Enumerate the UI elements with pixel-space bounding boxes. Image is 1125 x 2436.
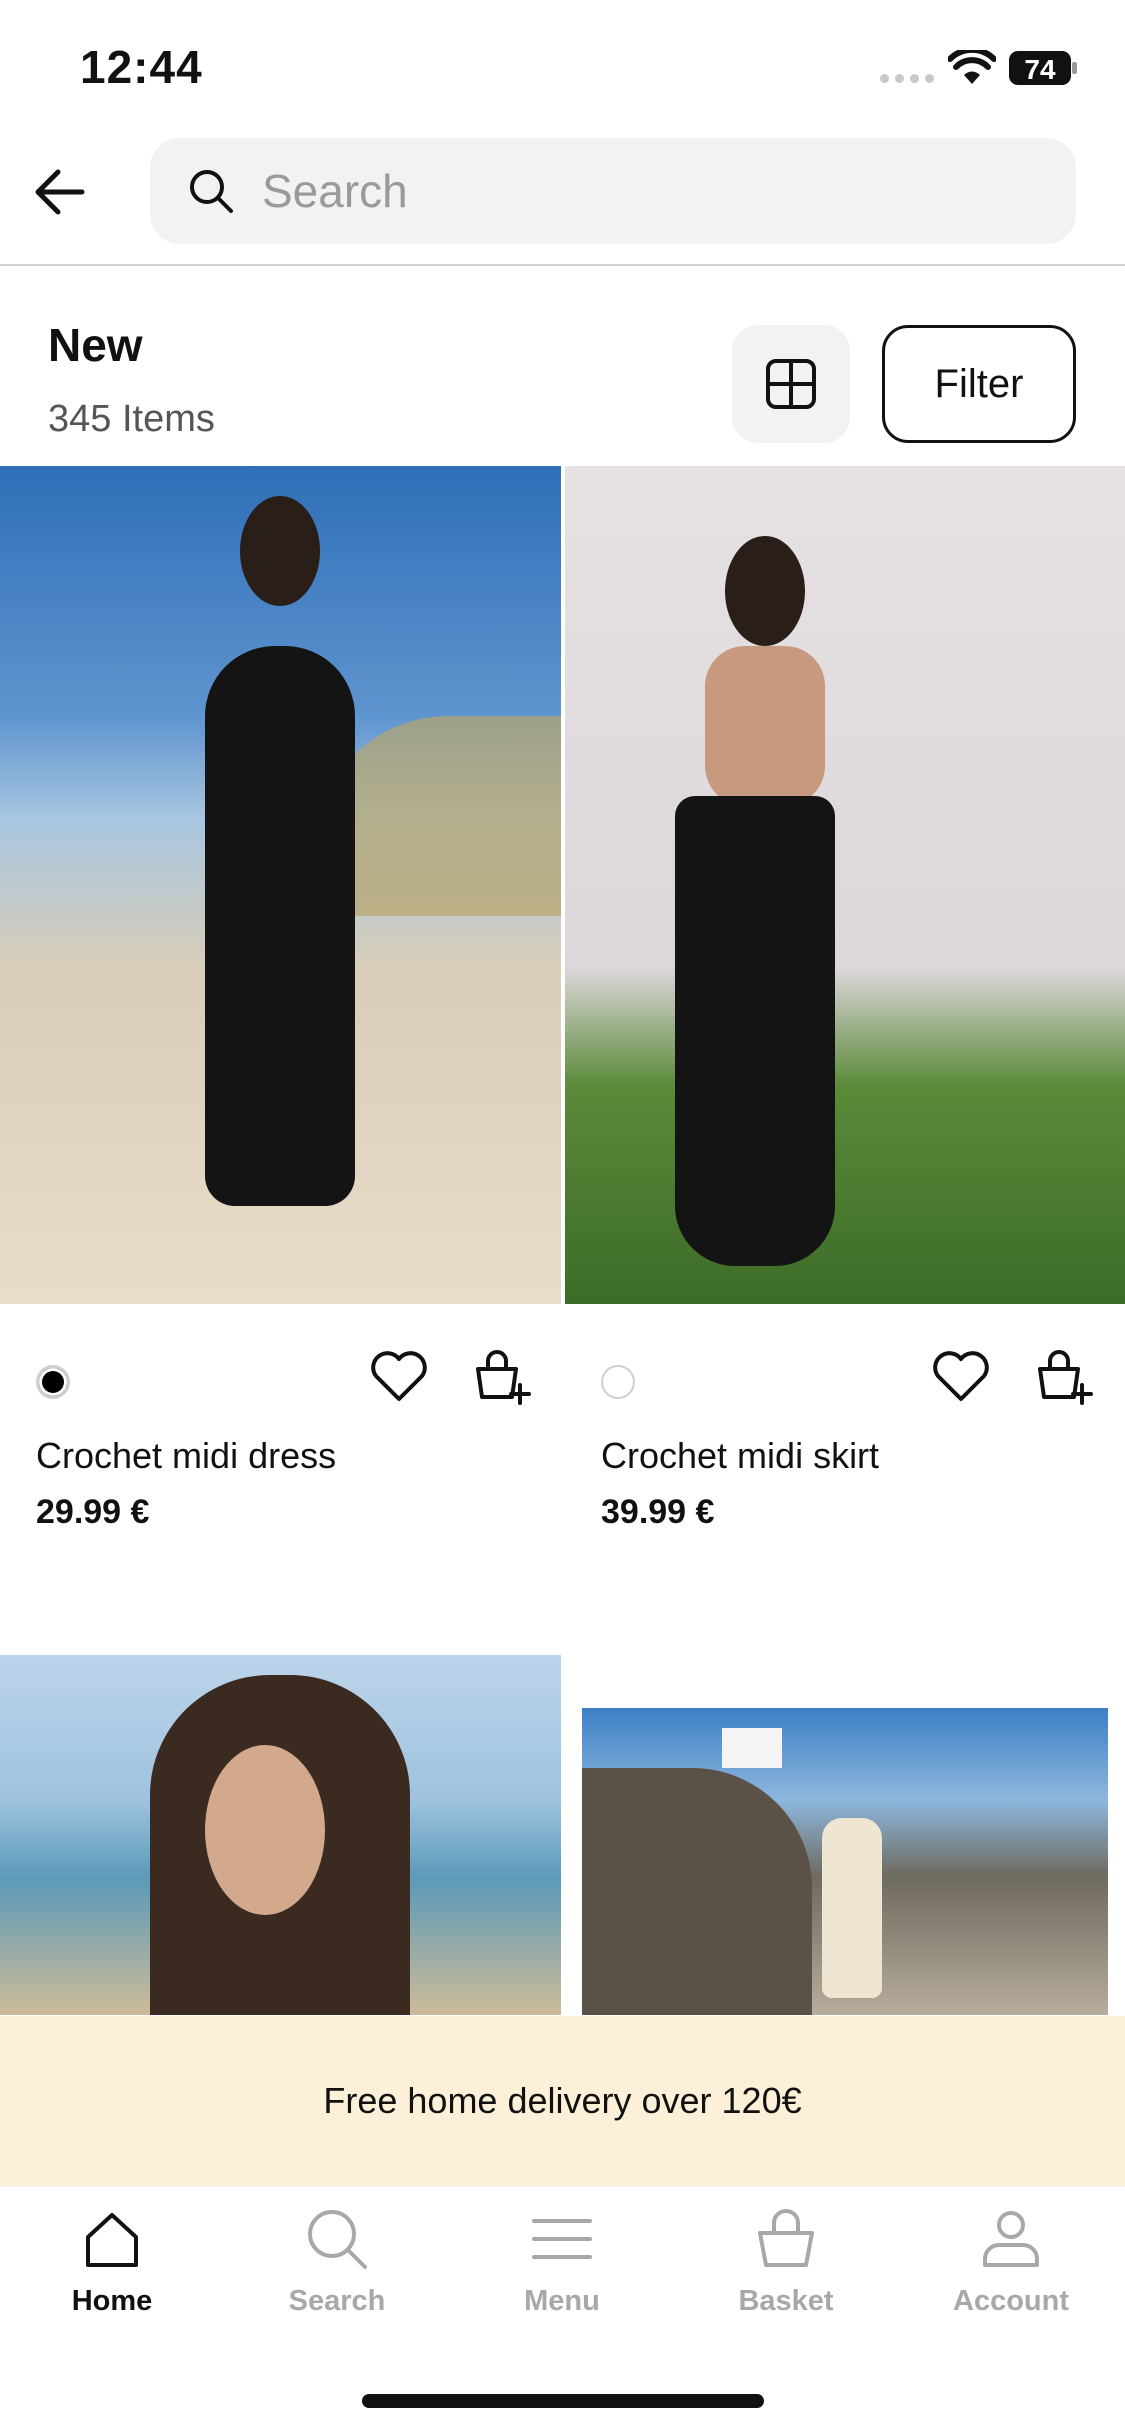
- nav-search[interactable]: Search: [237, 2207, 437, 2337]
- menu-icon: [532, 2219, 592, 2259]
- nav-menu[interactable]: Menu: [462, 2207, 662, 2337]
- status-bar: 12:44 74: [0, 0, 1125, 132]
- color-swatch[interactable]: [36, 1365, 70, 1399]
- search-icon: [190, 170, 233, 213]
- wifi-icon: [948, 50, 996, 84]
- grid-layout-icon: [766, 359, 816, 409]
- add-to-basket-icon[interactable]: [470, 1345, 532, 1407]
- wishlist-heart-icon[interactable]: [930, 1345, 992, 1407]
- back-arrow-icon[interactable]: [30, 162, 90, 222]
- product-image[interactable]: [565, 466, 1125, 1304]
- promo-banner[interactable]: Free home delivery over 120€: [0, 2016, 1125, 2186]
- account-icon: [983, 2211, 1039, 2267]
- product-name[interactable]: Crochet midi dress: [36, 1435, 336, 1477]
- search-icon: [308, 2210, 367, 2269]
- battery-icon: 74: [1009, 51, 1077, 85]
- top-search-bar: [0, 132, 1125, 266]
- page-title: New: [48, 319, 143, 371]
- filter-button[interactable]: Filter: [882, 325, 1076, 443]
- add-to-basket-icon[interactable]: [1032, 1345, 1094, 1407]
- product-price: 39.99 €: [601, 1493, 715, 1531]
- promo-text: Free home delivery over 120€: [323, 2080, 802, 2121]
- wishlist-heart-icon[interactable]: [368, 1345, 430, 1407]
- search-field[interactable]: [150, 138, 1076, 244]
- product-image[interactable]: [0, 466, 561, 1304]
- product-image[interactable]: [582, 1708, 1108, 2015]
- grid-view-toggle[interactable]: [732, 325, 850, 443]
- nav-label: Search: [288, 2285, 386, 2317]
- product-image[interactable]: [0, 1655, 561, 2015]
- home-icon: [86, 2213, 138, 2267]
- nav-home[interactable]: Home: [12, 2207, 212, 2337]
- nav-label: Home: [71, 2285, 153, 2317]
- basket-icon: [758, 2209, 814, 2267]
- item-count: 345 Items: [48, 398, 215, 440]
- nav-label: Account: [953, 2285, 1069, 2317]
- nav-account[interactable]: Account: [911, 2207, 1111, 2337]
- signal-icon: [880, 74, 934, 83]
- nav-label: Menu: [524, 2285, 600, 2317]
- product-name[interactable]: Crochet midi skirt: [601, 1435, 879, 1477]
- product-price: 29.99 €: [36, 1493, 150, 1531]
- nav-basket[interactable]: Basket: [686, 2207, 886, 2337]
- search-input[interactable]: [262, 164, 1022, 218]
- home-indicator[interactable]: [362, 2394, 764, 2408]
- battery-level: 74: [1024, 54, 1056, 85]
- color-swatch[interactable]: [601, 1365, 635, 1399]
- nav-label: Basket: [738, 2285, 834, 2317]
- status-time: 12:44: [80, 41, 203, 93]
